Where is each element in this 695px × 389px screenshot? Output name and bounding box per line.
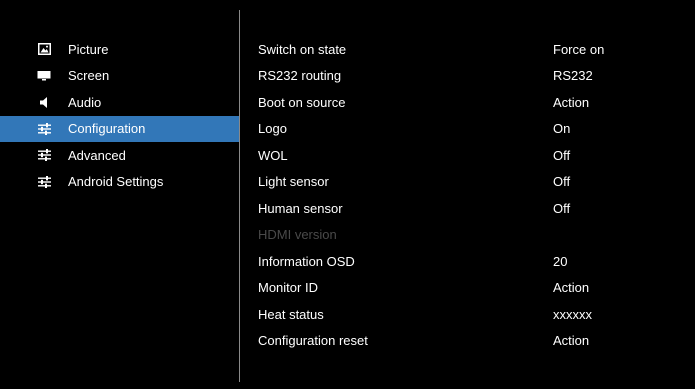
setting-label: HDMI version: [258, 227, 337, 243]
setting-value: Action: [553, 280, 590, 296]
setting-value: On: [553, 121, 571, 137]
setting-label: WOL: [258, 147, 288, 163]
setting-label: Human sensor: [258, 200, 343, 216]
setting-light-sensor[interactable]: Light sensor Off: [258, 169, 678, 196]
setting-heat-status[interactable]: Heat status xxxxxx: [258, 301, 678, 328]
panel-divider: [239, 10, 240, 382]
menu-label: Configuration: [68, 121, 146, 137]
setting-boot-on-source[interactable]: Boot on source Action: [258, 89, 678, 116]
setting-logo[interactable]: Logo On: [258, 116, 678, 143]
setting-label: Monitor ID: [258, 280, 318, 296]
sliders-icon: [36, 122, 52, 136]
setting-value: RS232: [553, 68, 593, 84]
setting-hdmi-version: HDMI version: [258, 222, 678, 249]
setting-value: 20: [553, 253, 568, 269]
menu-label: Screen: [68, 68, 110, 84]
setting-label: RS232 routing: [258, 68, 342, 84]
setting-value: Action: [553, 333, 590, 349]
main-menu: Picture Screen Audio Configuration Advan…: [0, 36, 239, 196]
setting-value: xxxxxx: [553, 306, 592, 322]
menu-label: Advanced: [68, 147, 126, 163]
menu-item-advanced[interactable]: Advanced: [20, 142, 239, 169]
settings-list: Switch on state Force on RS232 routing R…: [258, 36, 678, 354]
osd-screen: Picture Screen Audio Configuration Advan…: [0, 0, 695, 389]
setting-information-osd[interactable]: Information OSD 20: [258, 248, 678, 275]
picture-icon: [36, 42, 52, 56]
setting-wol[interactable]: WOL Off: [258, 142, 678, 169]
setting-label: Logo: [258, 121, 287, 137]
sliders-icon: [36, 175, 52, 189]
setting-label: Boot on source: [258, 94, 346, 110]
setting-monitor-id[interactable]: Monitor ID Action: [258, 275, 678, 302]
menu-item-screen[interactable]: Screen: [20, 63, 239, 90]
menu-label: Android Settings: [68, 174, 164, 190]
setting-value: Off: [553, 174, 571, 190]
menu-item-audio[interactable]: Audio: [20, 89, 239, 116]
setting-label: Switch on state: [258, 41, 347, 57]
setting-human-sensor[interactable]: Human sensor Off: [258, 195, 678, 222]
setting-label: Heat status: [258, 306, 324, 322]
setting-switch-on-state[interactable]: Switch on state Force on: [258, 36, 678, 63]
setting-value: Off: [553, 200, 571, 216]
menu-item-android-settings[interactable]: Android Settings: [20, 169, 239, 196]
menu-label: Picture: [68, 41, 109, 57]
setting-value: Off: [553, 147, 571, 163]
setting-label: Light sensor: [258, 174, 329, 190]
setting-configuration-reset[interactable]: Configuration reset Action: [258, 328, 678, 355]
setting-label: Information OSD: [258, 253, 355, 269]
sliders-icon: [36, 148, 52, 162]
menu-label: Audio: [68, 94, 102, 110]
setting-label: Configuration reset: [258, 333, 368, 349]
menu-item-configuration[interactable]: Configuration: [0, 115, 239, 142]
setting-value: Force on: [553, 41, 605, 57]
speaker-icon: [36, 95, 52, 109]
menu-item-picture[interactable]: Picture: [20, 36, 239, 63]
screen-icon: [36, 69, 52, 83]
setting-value: Action: [553, 94, 590, 110]
setting-rs232-routing[interactable]: RS232 routing RS232: [258, 63, 678, 90]
